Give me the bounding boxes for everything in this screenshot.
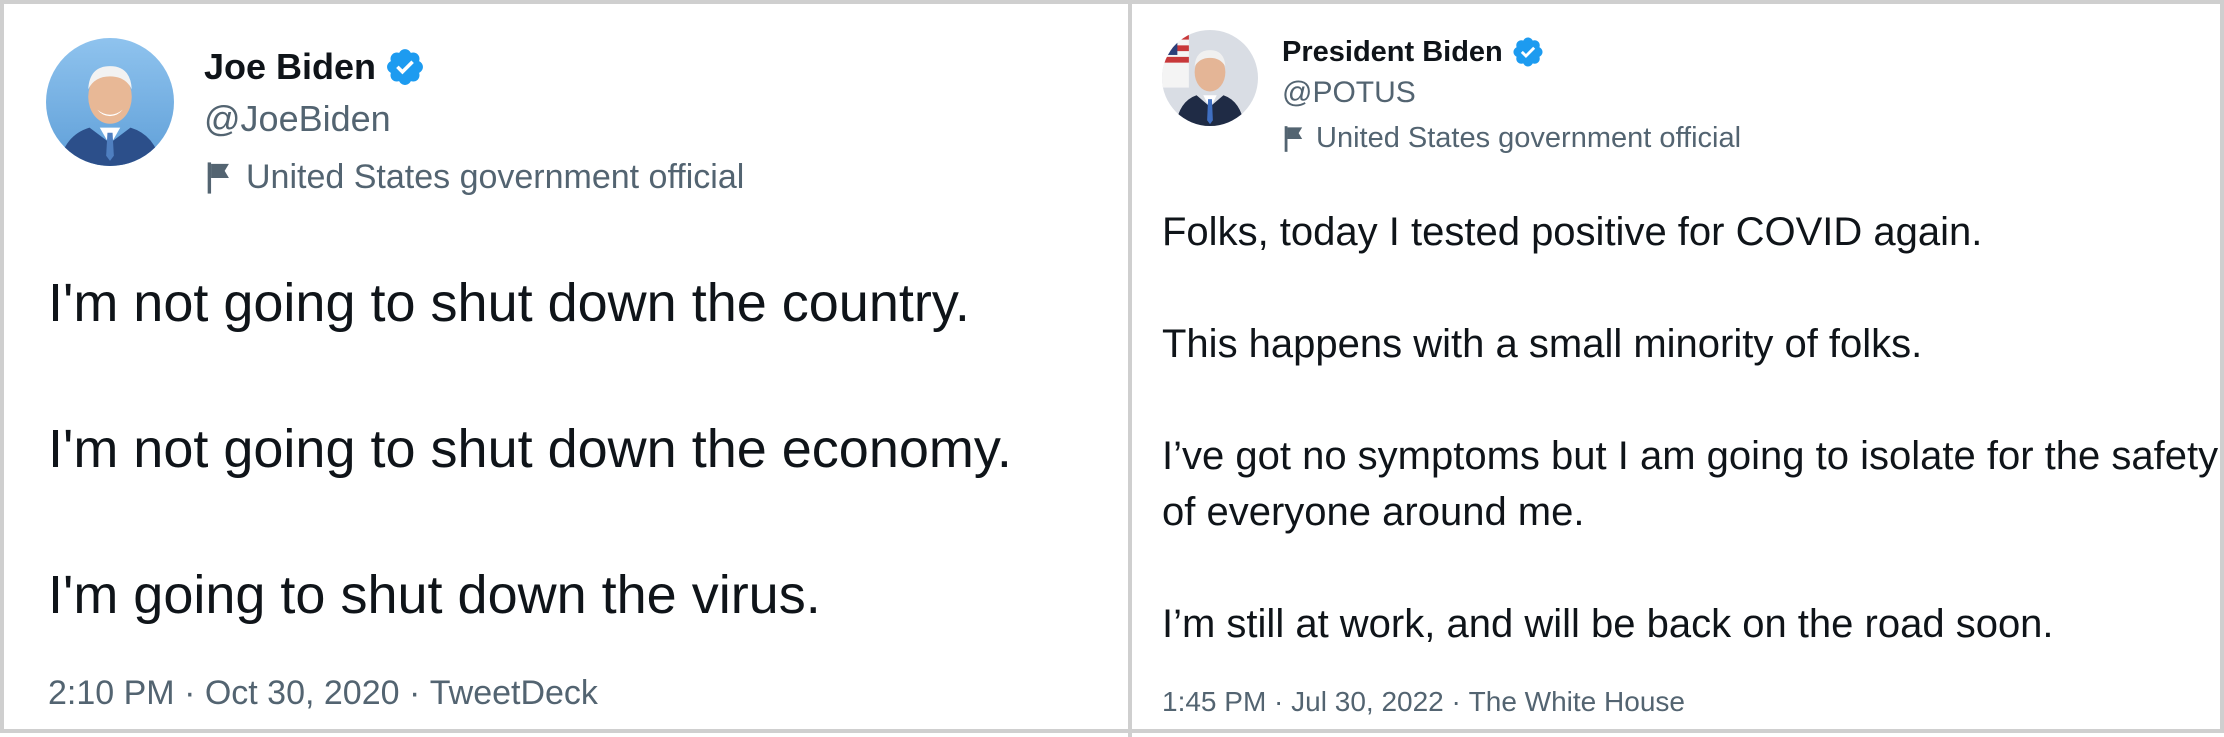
government-label: United States government official (1282, 122, 1741, 155)
flag-icon (204, 161, 234, 195)
tweet-card-joebiden: Joe Biden @JoeBiden United States govern… (8, 4, 1128, 737)
flag-icon (1282, 125, 1306, 153)
meta-separator: · (174, 674, 205, 712)
author-name-row[interactable]: President Biden (1282, 32, 1545, 72)
tweet-source: The White House (1468, 686, 1685, 717)
avatar[interactable] (46, 38, 174, 166)
meta-separator: · (399, 674, 430, 712)
tweet-paragraph: I'm going to shut down the virus. (48, 565, 821, 625)
tweet-date[interactable]: Jul 30, 2022 (1291, 686, 1444, 718)
tweet-paragraph: I'm not going to shut down the economy. (48, 419, 1012, 479)
tweet-card-potus: President Biden @POTUS United States gov… (1132, 4, 2224, 737)
tweet-paragraph: I’m still at work, and will be back on t… (1162, 602, 2054, 646)
tweet-text: I'm not going to shut down the country. … (48, 266, 1012, 632)
screenshot-frame: Joe Biden @JoeBiden United States govern… (0, 0, 2224, 737)
display-name[interactable]: President Biden (1282, 36, 1503, 69)
avatar-image (1162, 30, 1258, 126)
tweet-date[interactable]: Oct 30, 2020 (205, 674, 400, 713)
tweet-meta: 1:45 PM · Jul 30, 2022 · The White House (1162, 686, 1685, 718)
tweet-paragraph: This happens with a small minority of fo… (1162, 322, 1923, 366)
author-handle[interactable]: @JoeBiden (204, 98, 391, 140)
tweet-time[interactable]: 2:10 PM (48, 674, 175, 713)
avatar[interactable] (1162, 30, 1258, 126)
tweet-paragraph: I'm not going to shut down the country. (48, 273, 970, 333)
tweet-meta: 2:10 PM · Oct 30, 2020 · TweetDeck (48, 674, 598, 713)
meta-separator: · (1266, 686, 1292, 717)
display-name[interactable]: Joe Biden (204, 46, 376, 88)
tweet-text: Folks, today I tested positive for COVID… (1162, 204, 2224, 652)
meta-separator: · (1443, 686, 1469, 717)
verified-badge-icon (384, 46, 426, 88)
tweet-paragraph: I’ve got no symptoms but I am going to i… (1162, 434, 2219, 534)
government-label-text: United States government official (246, 158, 745, 196)
verified-badge-icon (1511, 35, 1545, 69)
government-label: United States government official (204, 158, 744, 197)
author-name-row[interactable]: Joe Biden (204, 42, 426, 92)
author-handle[interactable]: @POTUS (1282, 76, 1416, 110)
government-label-text: United States government official (1316, 122, 1742, 154)
tweet-paragraph: Folks, today I tested positive for COVID… (1162, 210, 1983, 254)
avatar-image (46, 38, 174, 166)
tweet-time[interactable]: 1:45 PM (1162, 686, 1266, 718)
tweet-source: TweetDeck (429, 674, 598, 712)
